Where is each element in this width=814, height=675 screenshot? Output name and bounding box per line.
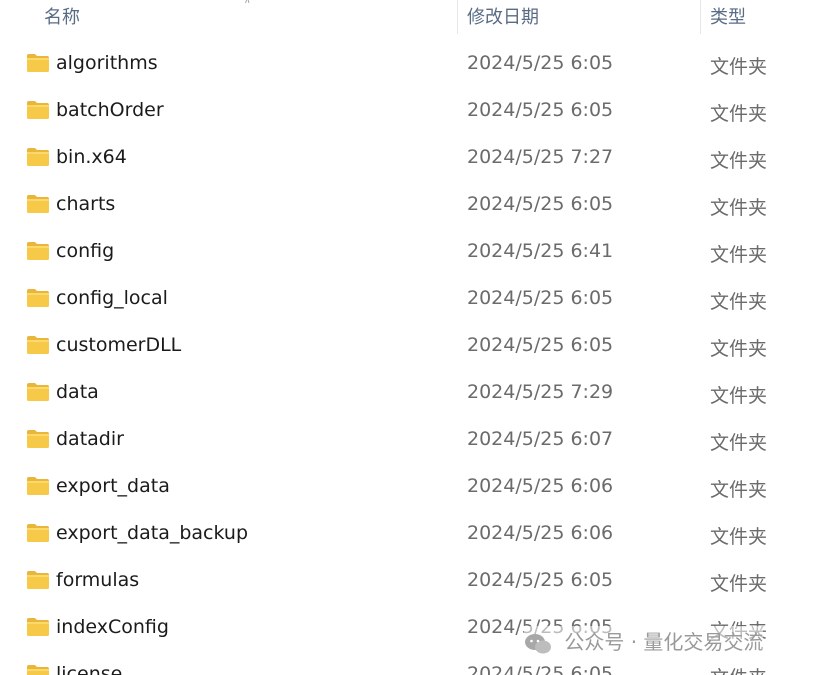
file-name[interactable]: config_local [56,287,168,309]
file-name[interactable]: batchOrder [56,99,164,121]
column-divider[interactable] [457,0,458,34]
table-row[interactable]: batchOrder 2024/5/25 6:05 文件夹 [0,88,814,135]
table-row[interactable]: export_data_backup 2024/5/25 6:06 文件夹 [0,511,814,558]
folder-icon [27,195,49,213]
file-name[interactable]: export_data [56,475,170,497]
column-header: ∧ 名称 修改日期 类型 [0,0,814,34]
file-name[interactable]: indexConfig [56,616,169,638]
folder-icon [27,383,49,401]
file-type: 文件夹 [710,432,768,454]
modified-date: 2024/5/25 6:05 [467,52,614,74]
modified-date: 2024/5/25 6:07 [467,428,614,450]
folder-icon [27,430,49,448]
file-name[interactable]: customerDLL [56,334,181,356]
file-type: 文件夹 [710,385,768,407]
wechat-icon [525,633,551,653]
folder-icon [27,524,49,542]
file-name[interactable]: license [56,663,122,675]
folder-icon [27,665,49,675]
modified-date: 2024/5/25 6:41 [467,240,614,262]
table-row[interactable]: customerDLL 2024/5/25 6:05 文件夹 [0,323,814,370]
file-name[interactable]: export_data_backup [56,522,248,544]
file-type: 文件夹 [710,103,768,125]
watermark: 公众号 · 量化交易交流 [524,626,764,656]
file-name[interactable]: config [56,240,114,262]
folder-icon [27,571,49,589]
column-header-date[interactable]: 修改日期 [467,3,539,29]
file-name[interactable]: charts [56,193,115,215]
file-type: 文件夹 [710,197,768,219]
watermark-text: 公众号 · 量化交易交流 [564,630,764,654]
column-header-name[interactable]: 名称 [44,3,80,29]
sort-arrow-icon: ∧ [244,0,251,6]
table-row[interactable]: algorithms 2024/5/25 6:05 文件夹 [0,41,814,88]
folder-icon [27,148,49,166]
folder-icon [27,477,49,495]
table-row[interactable]: export_data 2024/5/25 6:06 文件夹 [0,464,814,511]
modified-date: 2024/5/25 6:05 [467,287,614,309]
file-name[interactable]: data [56,381,99,403]
file-type: 文件夹 [710,56,768,78]
folder-icon [27,101,49,119]
modified-date: 2024/5/25 6:06 [467,522,614,544]
modified-date: 2024/5/25 6:05 [467,334,614,356]
file-name[interactable]: algorithms [56,52,158,74]
modified-date: 2024/5/25 6:05 [467,569,614,591]
file-type: 文件夹 [710,526,768,548]
file-type: 文件夹 [710,291,768,313]
table-row[interactable]: datadir 2024/5/25 6:07 文件夹 [0,417,814,464]
table-row[interactable]: config 2024/5/25 6:41 文件夹 [0,229,814,276]
table-row[interactable]: formulas 2024/5/25 6:05 文件夹 [0,558,814,605]
modified-date: 2024/5/25 6:05 [467,193,614,215]
modified-date: 2024/5/25 7:29 [467,381,614,403]
table-row[interactable]: config_local 2024/5/25 6:05 文件夹 [0,276,814,323]
folder-icon [27,618,49,636]
column-divider[interactable] [700,0,701,34]
modified-date: 2024/5/25 7:27 [467,146,614,168]
file-type: 文件夹 [710,573,768,595]
folder-icon [27,242,49,260]
modified-date: 2024/5/25 6:05 [467,99,614,121]
modified-date: 2024/5/25 6:06 [467,475,614,497]
file-type: 文件夹 [710,244,768,266]
folder-icon [27,54,49,72]
table-row[interactable]: bin.x64 2024/5/25 7:27 文件夹 [0,135,814,182]
table-row[interactable]: data 2024/5/25 7:29 文件夹 [0,370,814,417]
file-type: 文件夹 [710,479,768,501]
file-name[interactable]: formulas [56,569,139,591]
file-type: 文件夹 [710,150,768,172]
folder-icon [27,336,49,354]
folder-icon [27,289,49,307]
file-type: 文件夹 [710,663,767,675]
file-name[interactable]: datadir [56,428,124,450]
modified-date: 2024/5/25 6:05 [467,663,614,675]
table-row[interactable]: charts 2024/5/25 6:05 文件夹 [0,182,814,229]
file-type: 文件夹 [710,338,768,360]
file-explorer: ∧ 名称 修改日期 类型 algorithms 2024/5/25 6:05 文件夹… [0,0,814,675]
file-list: algorithms 2024/5/25 6:05 文件夹 batchOrder 202… [0,41,814,675]
column-header-type[interactable]: 类型 [710,3,746,29]
file-name[interactable]: bin.x64 [56,146,127,168]
